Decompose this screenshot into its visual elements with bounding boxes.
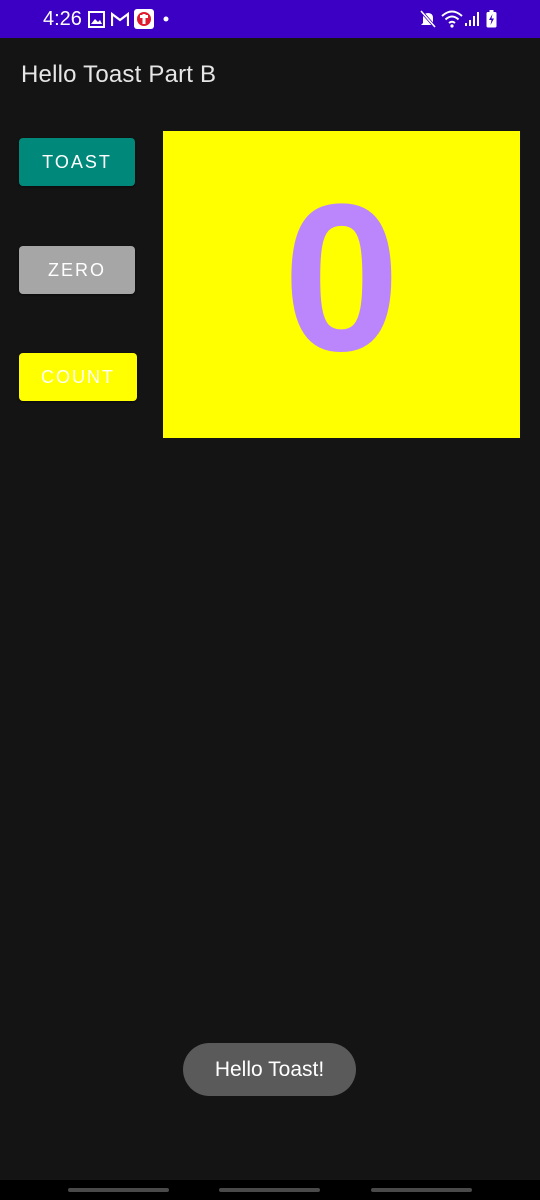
signal-icon bbox=[464, 9, 480, 29]
dot-icon bbox=[163, 9, 169, 29]
navigation-bar bbox=[0, 1180, 540, 1200]
count-button[interactable]: COUNT bbox=[19, 353, 137, 401]
nav-home-button[interactable] bbox=[219, 1188, 320, 1192]
nav-back-button[interactable] bbox=[371, 1188, 472, 1192]
toast-message: Hello Toast! bbox=[183, 1043, 356, 1096]
wifi-icon bbox=[441, 9, 463, 29]
toast-button[interactable]: TOAST bbox=[19, 138, 135, 186]
gmail-icon bbox=[111, 9, 129, 29]
app-title: Hello Toast Part B bbox=[21, 61, 217, 88]
status-time: 4:26 bbox=[43, 8, 82, 30]
count-display: 0 bbox=[163, 131, 520, 438]
app-notification-icon bbox=[134, 9, 154, 29]
zero-button[interactable]: ZERO bbox=[19, 246, 135, 294]
nav-recents-button[interactable] bbox=[68, 1188, 169, 1192]
mute-icon bbox=[420, 9, 436, 29]
battery-icon bbox=[486, 9, 497, 29]
gallery-icon bbox=[88, 9, 105, 29]
status-bar: 4:26 bbox=[0, 0, 540, 38]
count-value: 0 bbox=[283, 159, 400, 395]
